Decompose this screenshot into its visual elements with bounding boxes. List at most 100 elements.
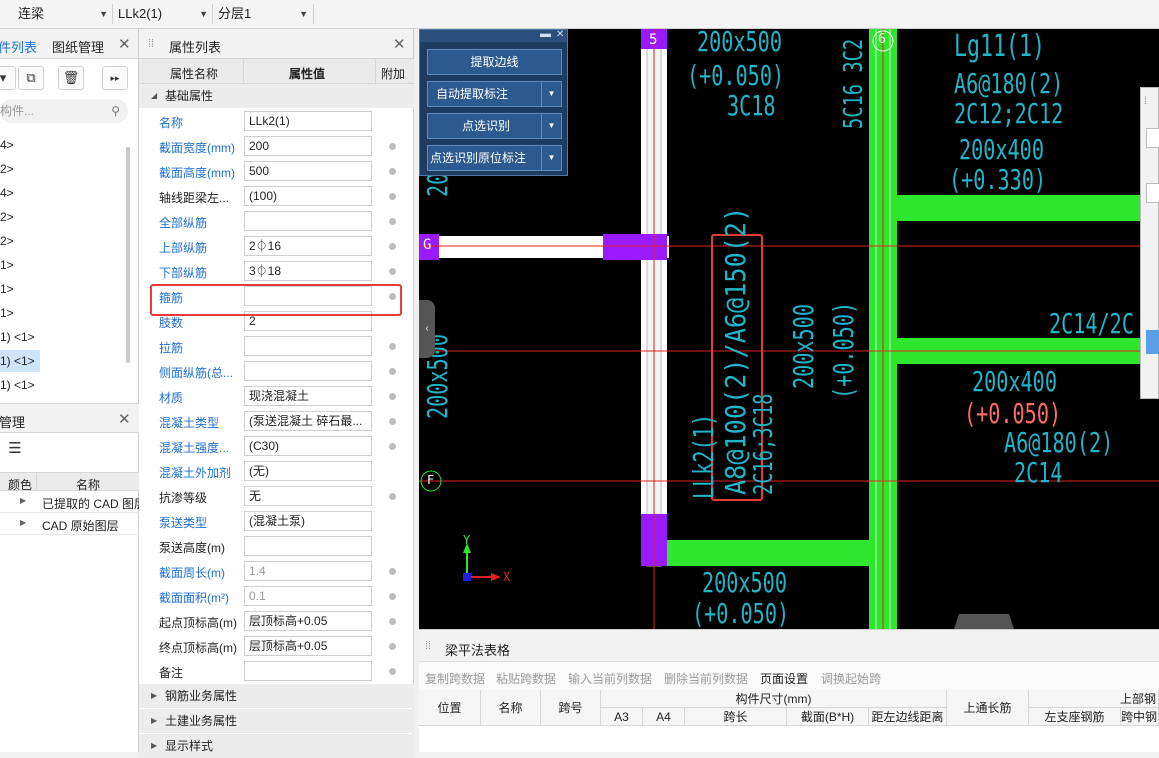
- layer-row[interactable]: ▶ 已提取的 CAD 图层: [0, 492, 146, 513]
- component-name-dropdown[interactable]: LLk2(1) ▼: [114, 3, 212, 25]
- property-value-field[interactable]: (混凝土泵): [244, 511, 372, 531]
- extra-attribute-icon[interactable]: [389, 568, 396, 575]
- extra-attribute-icon[interactable]: [389, 168, 396, 175]
- extra-attribute-icon[interactable]: [389, 193, 396, 200]
- property-row[interactable]: 混凝土强度... (C30): [139, 434, 414, 459]
- property-row[interactable]: 截面高度(mm) 500: [139, 159, 414, 184]
- point-recognize-origin-annotation-button[interactable]: 点选识别原位标注 ▼: [427, 145, 562, 171]
- list-item[interactable]: 2>: [0, 206, 14, 228]
- property-value-field[interactable]: 200: [244, 136, 372, 156]
- list-item[interactable]: 4>: [0, 182, 14, 204]
- paste-span-button[interactable]: 粘贴跨数据: [496, 670, 556, 687]
- minimize-icon[interactable]: ▬: [540, 29, 551, 40]
- more-icon[interactable]: ▸▸: [102, 66, 128, 90]
- list-scrollbar[interactable]: [126, 147, 130, 363]
- extra-attribute-icon[interactable]: [389, 368, 396, 375]
- close-icon[interactable]: ✕: [118, 410, 131, 428]
- extra-attribute-icon[interactable]: [389, 668, 396, 675]
- property-value-field[interactable]: 2⏀16: [244, 236, 372, 256]
- tab-drawing-management[interactable]: 图纸管理: [52, 37, 104, 56]
- extra-attribute-icon[interactable]: [389, 593, 396, 600]
- list-item[interactable]: 1>: [0, 302, 14, 324]
- property-row[interactable]: 下部纵筋 3⏀18: [139, 259, 414, 284]
- point-recognize-button[interactable]: 点选识别 ▼: [427, 113, 562, 139]
- cad-drawing-area[interactable]: 5 6 G F 200x500 (+0.050) 3C18 5C16 3C2 L…: [419, 29, 1159, 629]
- copy-span-button[interactable]: 复制跨数据: [425, 670, 485, 687]
- property-value-field[interactable]: 层顶标高+0.05: [244, 611, 372, 631]
- close-icon[interactable]: ✕: [118, 35, 131, 53]
- group-rebar-properties[interactable]: ▶ 钢筋业务属性: [139, 684, 414, 708]
- property-value-field[interactable]: [244, 536, 372, 556]
- property-row[interactable]: 抗渗等级 无: [139, 484, 414, 509]
- group-basic-properties[interactable]: ◢ 基础属性: [139, 84, 414, 108]
- property-value-field[interactable]: [244, 661, 372, 681]
- extra-attribute-icon[interactable]: [389, 268, 396, 275]
- property-row[interactable]: 材质 现浇混凝土: [139, 384, 414, 409]
- property-value-field[interactable]: (无): [244, 461, 372, 481]
- search-input[interactable]: 构件... ⚲: [0, 99, 128, 123]
- list-item[interactable]: 1>: [0, 254, 14, 276]
- extra-attribute-icon[interactable]: [389, 443, 396, 450]
- layer-list-icon[interactable]: ☰: [2, 438, 28, 462]
- input-column-button[interactable]: 输入当前列数据: [568, 670, 652, 687]
- group-display-style[interactable]: ▶ 显示样式: [139, 734, 414, 758]
- property-row[interactable]: 截面面积(m²) 0.1: [139, 584, 414, 609]
- extra-attribute-icon[interactable]: [389, 218, 396, 225]
- extra-attribute-icon[interactable]: [389, 643, 396, 650]
- property-row[interactable]: 全部纵筋: [139, 209, 414, 234]
- property-value-field[interactable]: LLk2(1): [244, 111, 372, 131]
- property-row[interactable]: 截面周长(m) 1.4: [139, 559, 414, 584]
- list-item-selected[interactable]: 1) <1>: [0, 350, 40, 372]
- swap-start-span-button[interactable]: 调换起始跨: [821, 670, 881, 687]
- list-item[interactable]: 1>: [0, 278, 14, 300]
- extra-attribute-icon[interactable]: [389, 393, 396, 400]
- property-row[interactable]: 泵送类型 (混凝土泵): [139, 509, 414, 534]
- property-row[interactable]: 侧面纵筋(总...: [139, 359, 414, 384]
- property-row[interactable]: 名称 LLk2(1): [139, 109, 414, 134]
- extra-attribute-icon[interactable]: [389, 493, 396, 500]
- drag-handle-icon[interactable]: ⁞⁞: [425, 640, 431, 652]
- list-item[interactable]: 1) <1>: [0, 374, 35, 396]
- layer-dropdown[interactable]: 分层1 ▼: [214, 3, 312, 25]
- property-value-field[interactable]: 500: [244, 161, 372, 181]
- property-row[interactable]: 泵送高度(m): [139, 534, 414, 559]
- property-row[interactable]: 上部纵筋 2⏀16: [139, 234, 414, 259]
- auto-extract-annotation-button[interactable]: 自动提取标注 ▼: [427, 81, 562, 107]
- property-value-field[interactable]: 3⏀18: [244, 261, 372, 281]
- delete-icon[interactable]: 🗑: [58, 66, 84, 90]
- extra-attribute-icon[interactable]: [389, 618, 396, 625]
- property-value-field[interactable]: 0.1: [244, 586, 372, 606]
- collapse-panel-handle[interactable]: ‹: [419, 300, 435, 358]
- group-civil-properties[interactable]: ▶ 土建业务属性: [139, 709, 414, 733]
- extract-edge-button[interactable]: 提取边线: [427, 49, 562, 75]
- property-row[interactable]: 截面宽度(mm) 200: [139, 134, 414, 159]
- property-value-field[interactable]: 层顶标高+0.05: [244, 636, 372, 656]
- page-setup-button[interactable]: 页面设置: [760, 670, 808, 687]
- property-value-field[interactable]: [244, 336, 372, 356]
- property-value-field[interactable]: 现浇混凝土: [244, 386, 372, 406]
- expand-icon[interactable]: ▶: [20, 496, 26, 505]
- property-value-field[interactable]: (泵送混凝土 碎石最...: [244, 411, 372, 431]
- property-value-field[interactable]: (C30): [244, 436, 372, 456]
- property-row[interactable]: 起点顶标高(m) 层顶标高+0.05: [139, 609, 414, 634]
- list-item[interactable]: 2>: [0, 158, 14, 180]
- property-value-field[interactable]: (100): [244, 186, 372, 206]
- component-type-dropdown[interactable]: 连梁 ▼: [14, 3, 112, 25]
- property-row[interactable]: 终点顶标高(m) 层顶标高+0.05: [139, 634, 414, 659]
- extra-attribute-icon[interactable]: [389, 343, 396, 350]
- property-value-field[interactable]: 无: [244, 486, 372, 506]
- property-row[interactable]: 混凝土外加剂 (无): [139, 459, 414, 484]
- expand-icon[interactable]: ▶: [20, 518, 26, 527]
- property-row[interactable]: 拉筋: [139, 334, 414, 359]
- tab-component-list[interactable]: 件列表: [0, 37, 37, 56]
- close-icon[interactable]: ✕: [556, 29, 564, 40]
- list-item[interactable]: 4>: [0, 134, 14, 156]
- list-item[interactable]: 1) <1>: [0, 326, 35, 348]
- property-value-field[interactable]: [244, 361, 372, 381]
- list-item[interactable]: 2>: [0, 230, 14, 252]
- property-value-field[interactable]: [244, 211, 372, 231]
- property-value-field[interactable]: 1.4: [244, 561, 372, 581]
- extra-attribute-icon[interactable]: [389, 243, 396, 250]
- extra-attribute-icon[interactable]: [389, 418, 396, 425]
- extra-attribute-icon[interactable]: [389, 143, 396, 150]
